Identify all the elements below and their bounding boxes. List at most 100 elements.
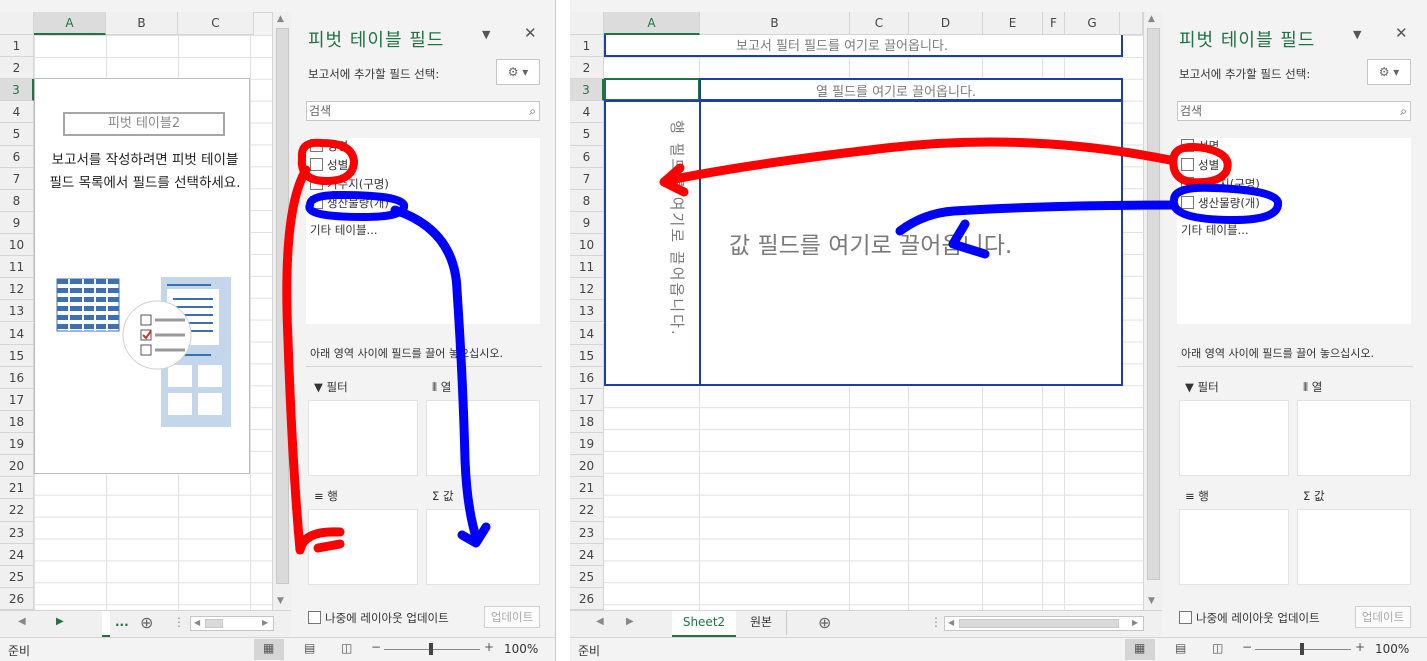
column-header-a[interactable]: A bbox=[604, 12, 700, 35]
row-header[interactable]: 4 bbox=[0, 101, 34, 124]
scroll-up-icon[interactable]: ▲ bbox=[277, 14, 284, 24]
row-header[interactable]: 3 bbox=[570, 79, 604, 102]
add-sheet-icon[interactable]: ⊕ bbox=[140, 613, 153, 632]
column-header-f[interactable]: F bbox=[1043, 12, 1065, 35]
checkbox-icon[interactable] bbox=[1181, 158, 1194, 171]
field-item-district[interactable]: 거주지(구명) bbox=[1181, 176, 1260, 192]
row-header[interactable]: 18 bbox=[570, 410, 604, 434]
row-header[interactable]: 12 bbox=[570, 278, 604, 301]
hscroll-thumb[interactable] bbox=[205, 619, 223, 628]
tab-scroll-right-icon[interactable]: ▶ bbox=[626, 616, 634, 627]
panel-options-dropdown-icon[interactable]: ▼ bbox=[482, 28, 490, 41]
active-cell-a3[interactable] bbox=[604, 78, 700, 101]
row-header[interactable]: 19 bbox=[0, 433, 34, 456]
row-header[interactable]: 18 bbox=[0, 410, 34, 434]
row-header[interactable]: 10 bbox=[570, 234, 604, 257]
more-sheets-ellipsis[interactable]: ... bbox=[115, 615, 129, 629]
field-item-gender[interactable]: 성별 bbox=[310, 157, 348, 173]
update-button[interactable]: 업데이트 bbox=[1355, 606, 1411, 628]
zoom-in-icon[interactable]: + bbox=[1355, 640, 1365, 654]
row-header[interactable]: 11 bbox=[570, 256, 604, 279]
row-header[interactable]: 25 bbox=[0, 565, 34, 588]
page-layout-icon[interactable]: ▤ bbox=[1175, 641, 1186, 655]
sheet-tab-sheet2[interactable]: Sheet2 bbox=[672, 611, 736, 637]
row-header[interactable]: 2 bbox=[570, 57, 604, 80]
panel-close-icon[interactable]: ✕ bbox=[1395, 24, 1408, 42]
checkbox-icon[interactable] bbox=[1181, 177, 1194, 190]
checkbox-icon[interactable] bbox=[1181, 196, 1194, 209]
row-header[interactable]: 16 bbox=[0, 366, 34, 389]
row-header[interactable]: 13 bbox=[0, 300, 34, 323]
column-header-c[interactable]: C bbox=[178, 12, 254, 35]
column-header-g[interactable]: G bbox=[1065, 12, 1120, 35]
checkbox-icon[interactable] bbox=[308, 611, 321, 624]
row-drop-area[interactable] bbox=[308, 509, 418, 585]
row-header[interactable]: 23 bbox=[570, 521, 604, 544]
row-header[interactable]: 1 bbox=[0, 35, 34, 58]
scroll-up-icon[interactable]: ▲ bbox=[1148, 14, 1155, 24]
row-header[interactable]: 15 bbox=[0, 344, 34, 367]
row-header[interactable]: 17 bbox=[570, 388, 604, 411]
defer-update-option[interactable]: 나중에 레이아웃 업데이트 bbox=[1179, 610, 1320, 626]
row-header[interactable]: 20 bbox=[0, 455, 34, 478]
field-search-input[interactable]: 검색 ⌕ bbox=[306, 101, 540, 121]
value-drop-area[interactable] bbox=[426, 509, 540, 585]
zoom-out-icon[interactable]: − bbox=[1242, 640, 1252, 654]
zoom-level[interactable]: 100% bbox=[1375, 642, 1409, 656]
sheet-tab-original[interactable]: 원본 bbox=[736, 611, 787, 635]
row-header[interactable]: 24 bbox=[570, 543, 604, 566]
row-drop-area[interactable] bbox=[1179, 509, 1289, 585]
hscroll-right-icon[interactable]: ▶ bbox=[1132, 618, 1138, 627]
field-item-production[interactable]: 생산물량(개) bbox=[1181, 195, 1260, 211]
page-break-icon[interactable]: ◫ bbox=[1212, 641, 1223, 655]
checkbox-icon[interactable] bbox=[1179, 611, 1192, 624]
tools-gear-button[interactable]: ⚙ ▾ bbox=[1367, 59, 1411, 85]
search-icon[interactable]: ⌕ bbox=[529, 102, 536, 120]
hscroll-thumb[interactable] bbox=[959, 619, 1119, 628]
pivot-placeholder[interactable]: 피벗 테이블2 보고서를 작성하려면 피벗 테이블 필드 목록에서 필드를 선택… bbox=[34, 78, 250, 474]
row-header[interactable]: 13 bbox=[570, 300, 604, 323]
row-header[interactable]: 10 bbox=[0, 234, 34, 257]
row-header[interactable]: 9 bbox=[0, 211, 34, 235]
filter-drop-area[interactable] bbox=[308, 400, 418, 476]
column-header-h[interactable] bbox=[1120, 12, 1143, 35]
update-button[interactable]: 업데이트 bbox=[484, 606, 540, 628]
row-header[interactable]: 7 bbox=[0, 167, 34, 190]
checkbox-icon[interactable] bbox=[310, 139, 323, 152]
row-header[interactable]: 5 bbox=[570, 123, 604, 146]
row-header[interactable]: 5 bbox=[0, 123, 34, 146]
zoom-out-icon[interactable]: − bbox=[371, 640, 381, 654]
checkbox-icon[interactable] bbox=[310, 196, 323, 209]
hscroll-right-icon[interactable]: ▶ bbox=[262, 618, 268, 627]
checkbox-icon[interactable] bbox=[310, 177, 323, 190]
value-drop-zone[interactable]: 값 필드를 여기로 끌어옵니다. bbox=[699, 100, 1123, 386]
column-header-b[interactable]: B bbox=[700, 12, 850, 35]
row-header[interactable]: 9 bbox=[570, 211, 604, 235]
zoom-in-icon[interactable]: + bbox=[484, 640, 494, 654]
row-header[interactable]: 22 bbox=[570, 499, 604, 522]
tools-gear-button[interactable]: ⚙ ▾ bbox=[496, 59, 540, 85]
checkbox-icon[interactable] bbox=[1181, 139, 1194, 152]
left-vertical-scrollbar[interactable]: ▲ ▼ bbox=[272, 12, 292, 610]
splitter-icon[interactable]: ⋮ bbox=[173, 615, 185, 629]
row-header[interactable]: 4 bbox=[570, 101, 604, 124]
normal-view-icon[interactable]: ▦ bbox=[1134, 641, 1145, 655]
panel-options-dropdown-icon[interactable]: ▼ bbox=[1353, 28, 1361, 41]
row-header[interactable]: 24 bbox=[0, 543, 34, 566]
column-header-d[interactable]: D bbox=[909, 12, 983, 35]
row-header[interactable]: 15 bbox=[570, 344, 604, 367]
hscroll-left-icon[interactable]: ◀ bbox=[194, 618, 200, 627]
zoom-slider-thumb[interactable] bbox=[429, 643, 433, 655]
checkbox-icon[interactable] bbox=[310, 158, 323, 171]
row-header[interactable]: 25 bbox=[570, 565, 604, 588]
scroll-thumb[interactable] bbox=[1147, 28, 1160, 580]
row-header[interactable]: 2 bbox=[0, 57, 34, 80]
select-all-corner[interactable] bbox=[0, 12, 34, 35]
column-header-a[interactable]: A bbox=[34, 12, 106, 35]
row-header[interactable]: 23 bbox=[0, 521, 34, 544]
row-header[interactable]: 8 bbox=[0, 189, 34, 212]
row-header[interactable]: 3 bbox=[0, 79, 34, 102]
field-item-gender[interactable]: 성별 bbox=[1181, 157, 1219, 173]
row-header[interactable]: 6 bbox=[570, 145, 604, 168]
select-all-corner[interactable] bbox=[570, 12, 604, 35]
